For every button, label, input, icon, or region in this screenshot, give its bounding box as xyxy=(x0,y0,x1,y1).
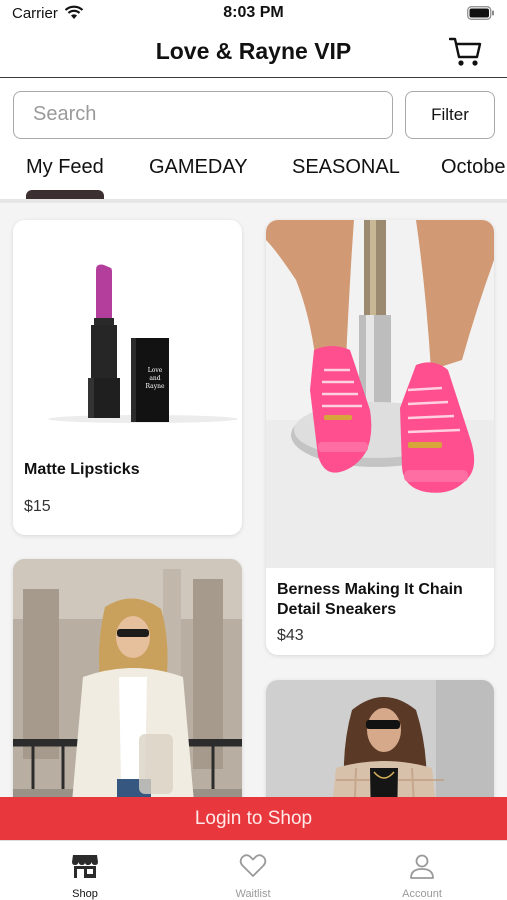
tab-seasonal[interactable]: SEASONAL xyxy=(292,156,400,179)
tab-label: Waitlist xyxy=(235,888,271,900)
battery-icon xyxy=(467,6,495,25)
tab-my-feed[interactable]: My Feed xyxy=(26,156,104,179)
login-to-shop-button[interactable]: Login to Shop xyxy=(0,797,507,840)
tab-bar: Shop Waitlist Account xyxy=(0,840,507,900)
tab-label: Shop xyxy=(72,888,98,900)
heart-icon xyxy=(239,854,267,883)
tab-label: Account xyxy=(402,888,442,900)
account-icon xyxy=(408,854,436,883)
product-image-sneakers xyxy=(266,220,494,568)
product-price: $43 xyxy=(277,627,304,644)
box-brand-text: Rayne xyxy=(145,383,164,390)
product-card-sneakers[interactable]: Berness Making It Chain Detail Sneakers … xyxy=(266,220,494,655)
product-feed[interactable]: Love and Rayne Matte Lipsticks $15 Berne… xyxy=(0,203,507,840)
nav-bar: Love & Rayne VIP xyxy=(0,28,507,78)
tab-waitlist[interactable]: Waitlist xyxy=(208,853,298,900)
category-tabs: My Feed GAMEDAY SEASONAL Octobe xyxy=(0,150,507,200)
tab-account[interactable]: Account xyxy=(377,853,467,900)
clock: 8:03 PM xyxy=(223,4,284,21)
tab-october[interactable]: Octobe xyxy=(441,156,505,179)
product-card-lipstick[interactable]: Love and Rayne Matte Lipsticks $15 xyxy=(13,220,242,535)
product-image-lipstick: Love and Rayne xyxy=(13,220,242,435)
product-title: Matte Lipsticks xyxy=(24,461,140,478)
box-brand-text: Love xyxy=(148,367,163,374)
tab-gameday[interactable]: GAMEDAY xyxy=(149,156,248,179)
box-brand-text: and xyxy=(149,375,160,382)
product-title: Berness Making It Chain Detail Sneakers xyxy=(277,581,463,618)
status-bar: Carrier 8:03 PM xyxy=(0,0,507,28)
tab-shop[interactable]: Shop xyxy=(40,853,130,900)
cart-icon[interactable] xyxy=(448,36,483,73)
product-price: $15 xyxy=(24,498,51,515)
page-title: Love & Rayne VIP xyxy=(155,38,352,64)
store-icon xyxy=(71,855,99,883)
filter-button[interactable]: Filter xyxy=(405,91,495,139)
search-input[interactable]: Search xyxy=(13,91,393,139)
